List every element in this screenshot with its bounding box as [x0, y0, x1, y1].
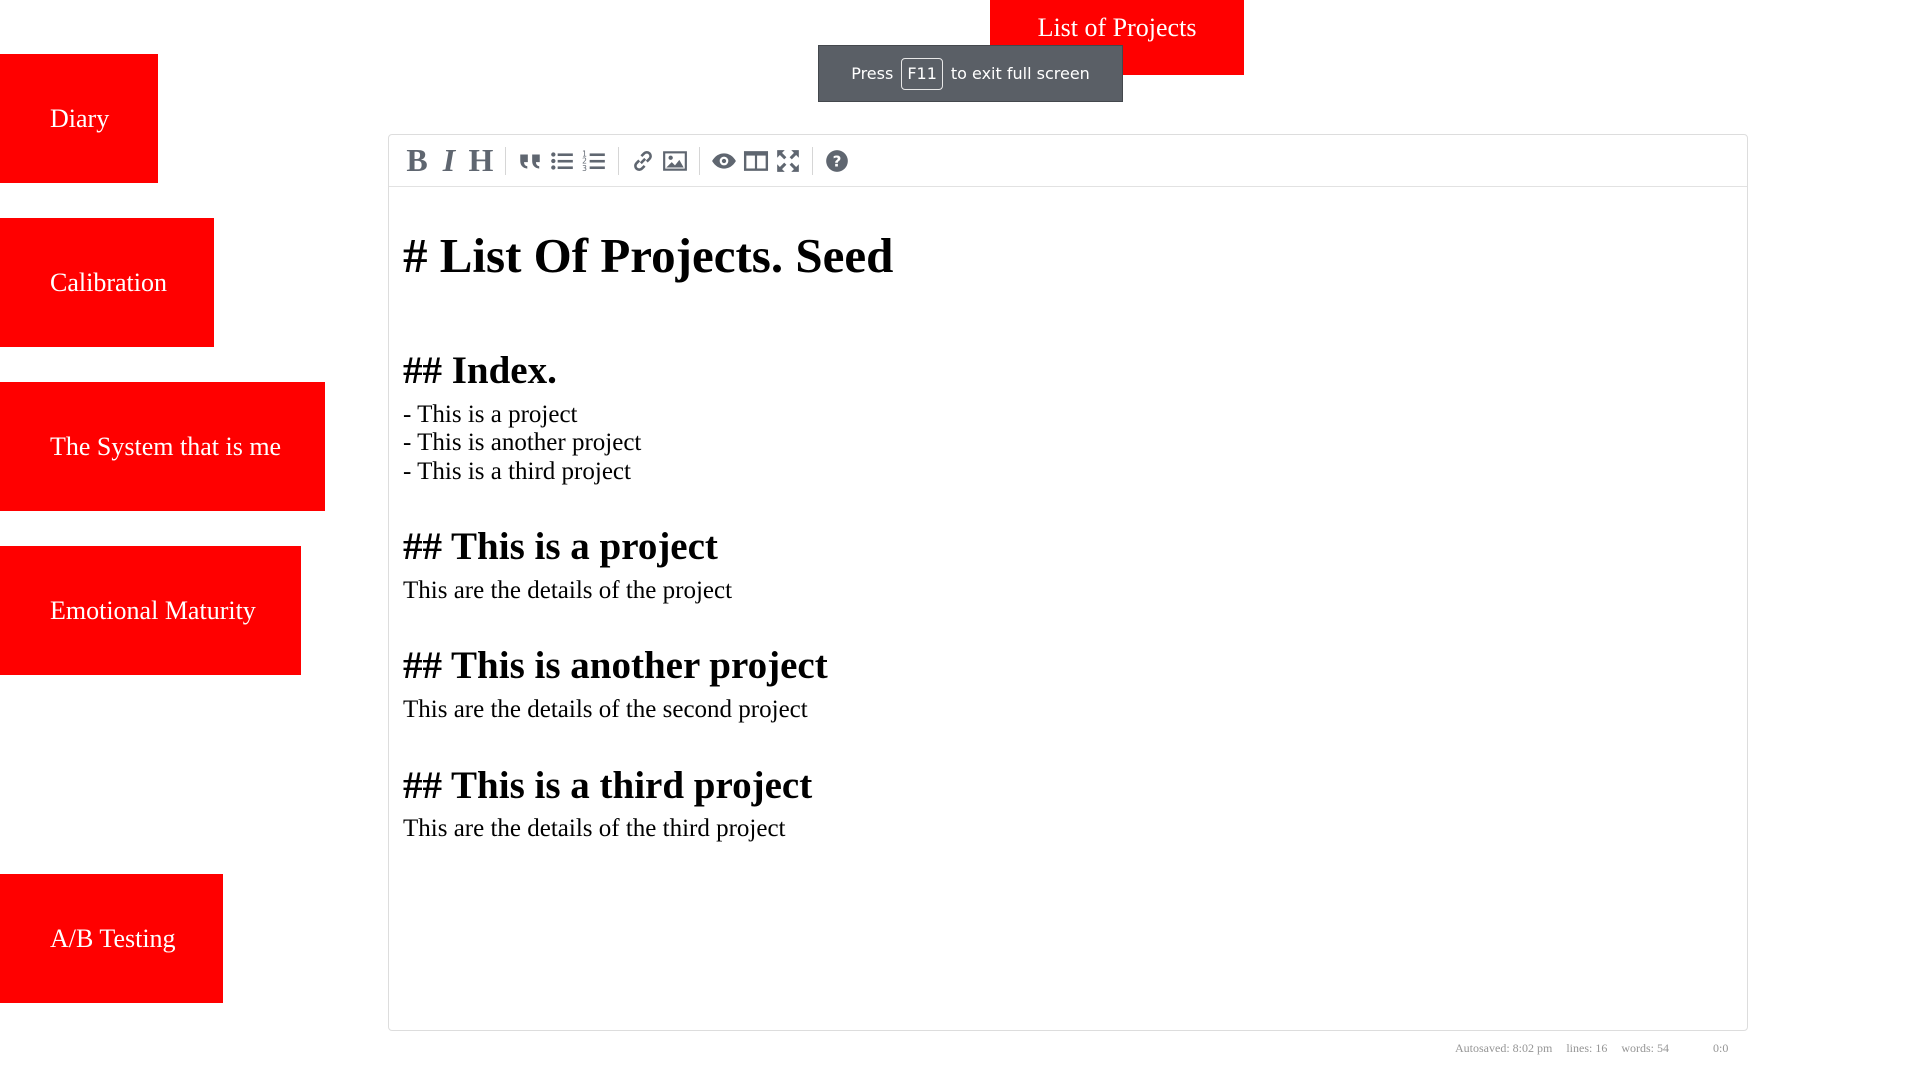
cursor-position: 0:0	[1713, 1040, 1729, 1055]
editor-text-area[interactable]: # List Of Projects. Seed ## Index. - Thi…	[389, 187, 1747, 870]
toolbar-separator	[812, 146, 813, 175]
svg-text:?: ?	[833, 152, 842, 170]
italic-button[interactable]: I	[435, 142, 463, 178]
index-item: - This is a project	[403, 400, 578, 428]
preview-icon[interactable]	[710, 146, 738, 176]
section-heading: ## This is a project	[403, 525, 718, 569]
ordered-list-icon[interactable]: 123	[580, 146, 608, 176]
toolbar-separator	[505, 146, 506, 175]
side-by-side-icon[interactable]	[742, 146, 770, 176]
bold-button[interactable]: B	[403, 142, 431, 178]
editor-statusbar: Autosaved: 8:02 pm lines: 16 words: 54 0…	[1455, 1038, 1745, 1058]
help-icon[interactable]: ?	[823, 146, 851, 176]
link-icon[interactable]	[629, 146, 657, 176]
markdown-editor: B I H 123 ? # List Of Projects. Seed ## …	[388, 134, 1748, 1031]
unordered-list-icon[interactable]	[548, 146, 576, 176]
line-count: lines: 16	[1566, 1040, 1608, 1055]
section-details: This are the details of the third projec…	[403, 815, 786, 843]
document-title: # List Of Projects. Seed	[403, 228, 894, 283]
autosave-status: Autosaved: 8:02 pm	[1455, 1040, 1553, 1055]
index-item: - This is a third project	[403, 457, 631, 485]
fullscreen-notice-prefix: Press	[851, 64, 894, 83]
nav-button-system-that-is-me[interactable]: The System that is me	[0, 382, 325, 511]
fullscreen-notice-suffix: to exit full screen	[950, 64, 1090, 83]
heading-button[interactable]: H	[467, 142, 495, 178]
toolbar-separator	[699, 146, 700, 175]
nav-button-diary[interactable]: Diary	[0, 54, 158, 183]
nav-button-ab-testing[interactable]: A/B Testing	[0, 874, 223, 1003]
quote-icon[interactable]	[516, 146, 544, 176]
f11-key-badge: F11	[901, 57, 943, 90]
svg-text:3: 3	[582, 163, 587, 172]
nav-button-emotional-maturity[interactable]: Emotional Maturity	[0, 546, 301, 675]
index-heading: ## Index.	[403, 348, 557, 392]
toolbar-separator	[618, 146, 619, 175]
index-item: - This is another project	[403, 429, 642, 457]
section-heading: ## This is another project	[403, 644, 828, 688]
section-details: This are the details of the second proje…	[403, 696, 808, 724]
editor-toolbar: B I H 123 ?	[389, 135, 1747, 187]
section-details: This are the details of the project	[403, 576, 733, 604]
fullscreen-icon[interactable]	[774, 146, 802, 176]
section-heading: ## This is a third project	[403, 763, 813, 807]
word-count: words: 54	[1621, 1040, 1669, 1055]
nav-button-calibration[interactable]: Calibration	[0, 218, 214, 347]
fullscreen-notice: Press F11 to exit full screen	[818, 45, 1123, 102]
image-icon[interactable]	[661, 146, 689, 176]
